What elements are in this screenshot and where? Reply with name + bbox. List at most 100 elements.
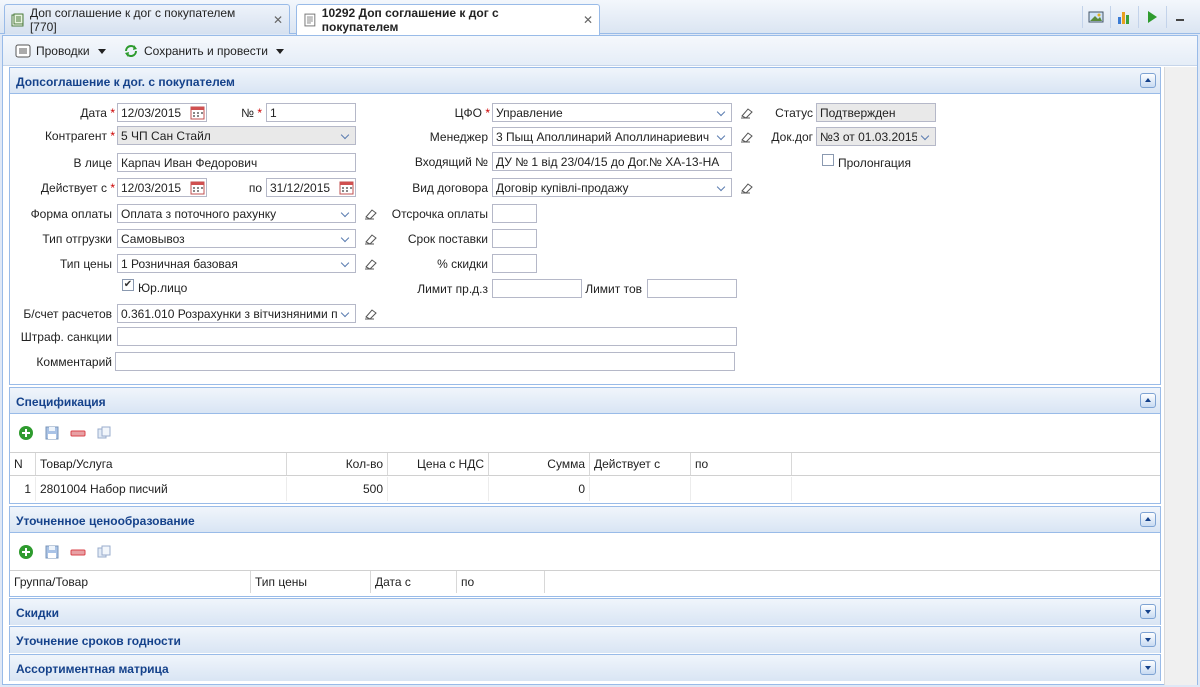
legal-entity-checkbox[interactable]: ✔	[122, 279, 134, 291]
chevron-down-icon[interactable]	[337, 230, 355, 247]
chevron-down-icon[interactable]	[97, 48, 106, 54]
image-settings-button[interactable]	[1082, 6, 1108, 28]
section-title: Уточнение сроков годности	[16, 634, 181, 648]
account-select[interactable]: 0.361.010 Розрахунки з вітчизняними п	[117, 304, 356, 323]
calendar-icon[interactable]	[339, 180, 354, 195]
column-header[interactable]: Группа/Товар	[10, 571, 251, 593]
delete-icon[interactable]	[70, 544, 86, 560]
chevron-down-icon[interactable]	[917, 128, 935, 145]
postings-label: Проводки	[36, 44, 90, 58]
contract-type-select[interactable]: Договір купівлі-продажу	[492, 178, 732, 197]
shipment-select[interactable]: Самовывоз	[117, 229, 356, 248]
save-icon[interactable]	[44, 544, 60, 560]
chevron-down-icon[interactable]	[337, 305, 355, 322]
copy-icon[interactable]	[96, 425, 112, 441]
tab-contract-list[interactable]: Доп соглашение к дог с покупателем [770]…	[4, 4, 290, 34]
contract-select[interactable]: №3 от 01.03.2015	[816, 127, 936, 146]
column-header[interactable]: Действует с	[590, 453, 691, 475]
eraser-icon[interactable]	[740, 182, 754, 194]
expand-icon[interactable]	[1140, 632, 1156, 647]
shipment-label: Тип отгрузки	[42, 232, 112, 246]
report-button[interactable]	[1110, 6, 1136, 28]
specification-section-header[interactable]: Спецификация	[10, 388, 1160, 414]
minimize-icon	[1175, 19, 1184, 21]
collapse-icon[interactable]	[1140, 393, 1156, 408]
counterparty-select[interactable]: 5 ЧП Сан Стайл	[117, 126, 356, 145]
penalty-field[interactable]	[117, 327, 737, 346]
discounts-section-header[interactable]: Скидки	[10, 599, 1160, 625]
delete-icon[interactable]	[70, 425, 86, 441]
save-icon[interactable]	[44, 425, 60, 441]
eraser-icon[interactable]	[364, 208, 378, 220]
cfo-select[interactable]: Управление	[492, 103, 732, 122]
manager-select[interactable]: 3 Пыщ Аполлинарий Аполлинариевич	[492, 127, 732, 146]
close-icon[interactable]: ✕	[583, 13, 593, 27]
limit-field[interactable]	[492, 279, 582, 298]
collapse-icon[interactable]	[1140, 512, 1156, 527]
plus-icon[interactable]	[18, 425, 34, 441]
deferral-field[interactable]	[492, 204, 537, 223]
price-type-select[interactable]: 1 Розничная базовая	[117, 254, 356, 273]
chevron-down-icon[interactable]	[337, 205, 355, 222]
valid-to-field[interactable]: 31/12/2015	[266, 178, 356, 197]
column-header[interactable]: Кол-во	[287, 453, 388, 475]
minimize-button[interactable]	[1166, 6, 1192, 28]
prolongation-checkbox[interactable]	[822, 154, 834, 166]
chevron-down-icon[interactable]	[713, 128, 731, 145]
valid-to-label: по	[248, 181, 262, 195]
copy-icon[interactable]	[96, 544, 112, 560]
postings-button[interactable]: Проводки	[15, 42, 106, 60]
chevron-down-icon[interactable]	[337, 255, 355, 272]
person-field[interactable]: Карпач Иван Федорович	[117, 153, 356, 172]
column-header[interactable]: Сумма	[489, 453, 590, 475]
discount-field[interactable]	[492, 254, 537, 273]
limit-goods-field[interactable]	[647, 279, 737, 298]
calendar-icon[interactable]	[190, 105, 205, 120]
save-and-post-button[interactable]: Сохранить и провести	[123, 42, 284, 60]
column-header[interactable]: по	[457, 571, 545, 593]
eraser-icon[interactable]	[364, 308, 378, 320]
column-header[interactable]: Дата с	[371, 571, 457, 593]
tab-bar: Доп соглашение к дог с покупателем [770]…	[0, 0, 1200, 35]
expand-icon[interactable]	[1140, 604, 1156, 619]
close-icon[interactable]: ✕	[273, 13, 283, 27]
agreement-section-header[interactable]: Допсоглашение к дог. с покупателем	[10, 68, 1160, 94]
eraser-icon[interactable]	[740, 131, 754, 143]
incoming-field[interactable]: ДУ № 1 від 23/04/15 до Дог.№ ХА-13-НА	[492, 152, 732, 171]
chevron-down-icon[interactable]	[337, 127, 355, 144]
status-field: Подтвержден	[816, 103, 936, 122]
comment-field[interactable]	[115, 352, 735, 371]
pricing-section-header[interactable]: Уточненное ценообразование	[10, 507, 1160, 533]
valid-from-field[interactable]: 12/03/2015	[117, 178, 207, 197]
cell-sum: 0	[489, 477, 590, 501]
app-window: Доп соглашение к дог с покупателем [770]…	[0, 0, 1200, 687]
payment-select[interactable]: Оплата з поточного рахунку	[117, 204, 356, 223]
eraser-icon[interactable]	[364, 233, 378, 245]
assortment-section-header[interactable]: Ассортиментная матрица	[10, 655, 1160, 681]
document-list-icon	[11, 13, 24, 26]
collapse-icon[interactable]	[1140, 73, 1156, 88]
number-field[interactable]: 1	[266, 103, 356, 122]
chevron-down-icon[interactable]	[713, 179, 731, 196]
eraser-icon[interactable]	[740, 107, 754, 119]
payment-label: Форма оплаты	[30, 207, 112, 221]
run-button[interactable]	[1138, 6, 1164, 28]
table-row[interactable]: 1 2801004 Набор писчий 500 0	[10, 477, 1160, 501]
calendar-icon[interactable]	[190, 180, 205, 195]
column-header[interactable]: по	[691, 453, 792, 475]
column-header[interactable]: N	[10, 453, 36, 475]
eraser-icon[interactable]	[364, 258, 378, 270]
plus-icon[interactable]	[18, 544, 34, 560]
vertical-scrollbar[interactable]	[1164, 67, 1197, 685]
column-header[interactable]: Товар/Услуга	[36, 453, 287, 475]
shelf-life-section-header[interactable]: Уточнение сроков годности	[10, 627, 1160, 653]
chevron-down-icon[interactable]	[275, 48, 284, 54]
chevron-down-icon[interactable]	[713, 104, 731, 121]
tab-agreement-10292[interactable]: 10292 Доп соглашение к дог с покупателем…	[296, 4, 600, 35]
delivery-field[interactable]	[492, 229, 537, 248]
column-header[interactable]: Тип цены	[251, 571, 371, 593]
expand-icon[interactable]	[1140, 660, 1156, 675]
column-header[interactable]: Цена с НДС	[388, 453, 489, 475]
spec-grid-header: N Товар/Услуга Кол-во Цена с НДС Сумма Д…	[10, 452, 1160, 476]
date-field[interactable]: 12/03/2015	[117, 103, 207, 122]
